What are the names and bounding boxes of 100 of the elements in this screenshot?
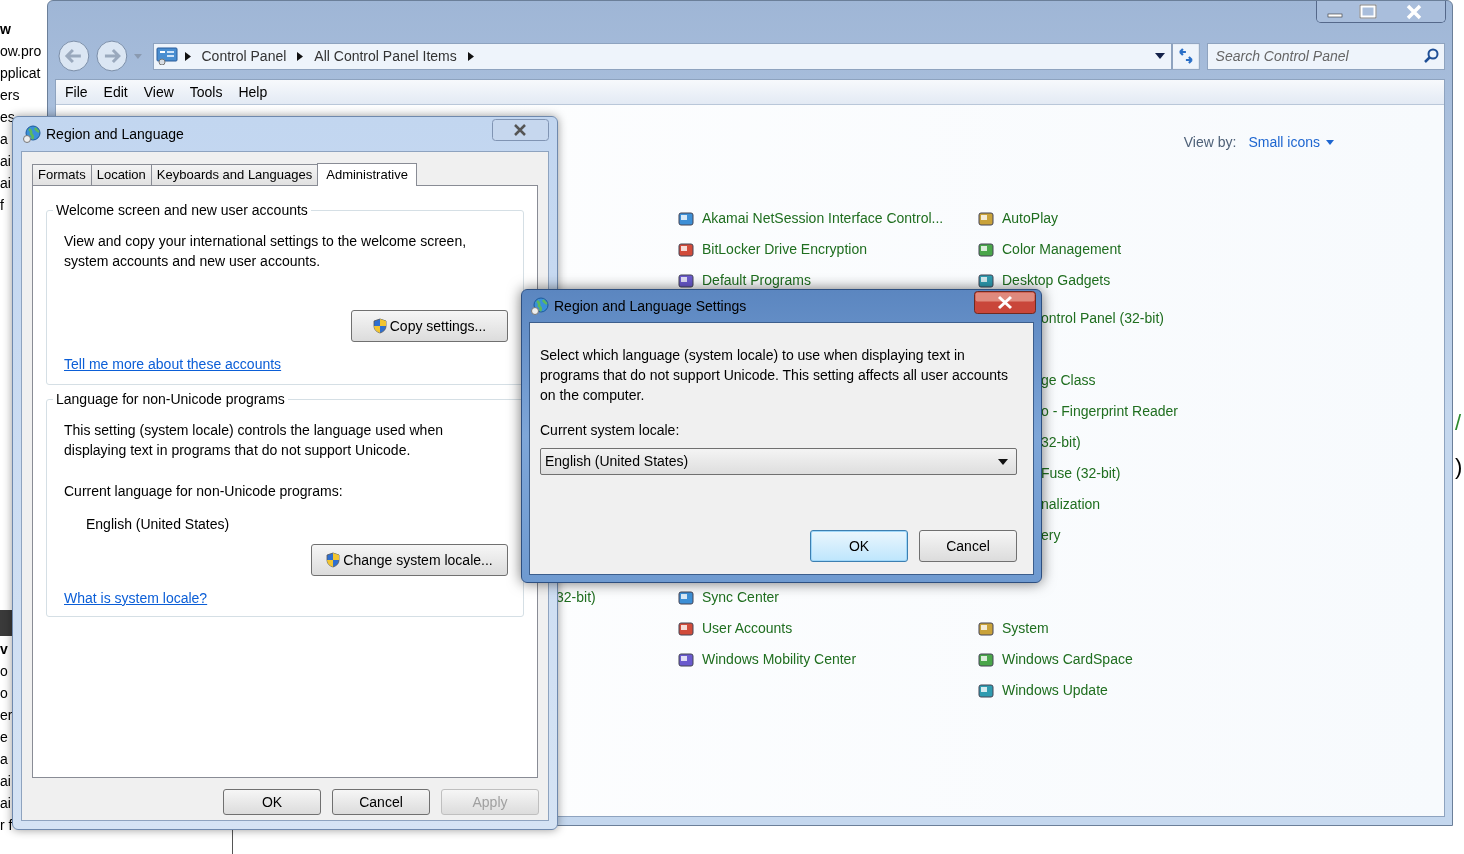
background-text: r f xyxy=(0,816,13,835)
dropdown-icon xyxy=(998,458,1008,465)
applet-link[interactable]: Akamai NetSession Interface Control... xyxy=(702,208,944,229)
help-link[interactable]: Tell me more about these accounts xyxy=(64,354,282,375)
shield-icon xyxy=(372,318,387,334)
menu-item[interactable]: Help xyxy=(231,81,275,103)
description-text: This setting (system locale) controls the language used when displaying text in programs that do not support Unicode. xyxy=(64,421,444,460)
background-text: o xyxy=(0,684,8,703)
help-link[interactable]: What is system locale? xyxy=(64,588,208,609)
tab[interactable]: Keyboards and Languages xyxy=(150,164,319,185)
forward-button[interactable] xyxy=(94,39,129,73)
minimize-button[interactable] xyxy=(1317,1,1353,22)
tab[interactable]: Location xyxy=(90,164,152,185)
applet-icon xyxy=(678,241,694,258)
locale-dropdown[interactable]: English (United States) xyxy=(540,448,1017,475)
group-title: Language for non-Unicode programs xyxy=(53,390,288,408)
dialog-button[interactable]: Cancel xyxy=(919,530,1017,562)
applet-icon xyxy=(978,241,994,258)
applet-link[interactable]: 32-bit) xyxy=(1041,432,1081,453)
chevron-icon xyxy=(184,51,191,61)
field-label: Current language for non-Unicode programs: xyxy=(64,482,344,501)
locale-value: English (United States) xyxy=(86,515,231,534)
applet-icon xyxy=(678,272,694,289)
applet-link[interactable]: System xyxy=(1002,618,1049,639)
applet-link[interactable]: Windows CardSpace xyxy=(1002,649,1133,670)
search-icon xyxy=(1423,47,1439,64)
breadcrumb-item[interactable]: All Control Panel Items xyxy=(310,45,461,67)
address-bar[interactable]: Control Panel All Control Panel Items xyxy=(152,42,1172,70)
menu-item[interactable]: File xyxy=(58,81,95,103)
applet-link[interactable]: Fuse (32-bit) xyxy=(1041,463,1121,484)
globe-icon xyxy=(531,297,549,315)
background-text: ai xyxy=(0,174,11,193)
applet-link[interactable]: ery xyxy=(1041,525,1061,546)
close-button[interactable] xyxy=(492,119,549,141)
applet-link[interactable]: ontrol Panel (32-bit) xyxy=(1041,308,1164,329)
window-title: Region and Language Settings xyxy=(554,296,747,316)
background-text: a xyxy=(0,130,8,149)
background-text: f xyxy=(0,196,4,215)
background-text: es xyxy=(0,108,15,127)
applet-icon xyxy=(678,210,694,227)
background-text: er xyxy=(0,706,13,725)
search-field[interactable]: Search Control Panel xyxy=(1206,42,1445,70)
field-label: Current system locale: xyxy=(540,421,681,440)
menu-item[interactable]: Tools xyxy=(182,81,230,103)
applet-icon xyxy=(978,620,994,637)
background-text: e xyxy=(0,728,8,747)
applet-link[interactable]: 32-bit) xyxy=(556,587,596,608)
globe-icon xyxy=(23,125,41,143)
dialog-button[interactable]: OK xyxy=(810,530,908,562)
view-by-dropdown[interactable]: Small icons xyxy=(1248,131,1334,153)
tab[interactable]: Administrative xyxy=(317,163,417,186)
applet-icon xyxy=(978,682,994,699)
applet-icon xyxy=(678,620,694,637)
applet-icon xyxy=(978,210,994,227)
applet-link[interactable]: Color Management xyxy=(1002,239,1122,260)
applet-link[interactable]: nalization xyxy=(1041,494,1101,515)
breadcrumb-item[interactable]: Control Panel xyxy=(197,45,291,67)
title-bar xyxy=(0,610,12,636)
description-text: View and copy your international settings to the welcome screen, system accounts and new user accounts. xyxy=(64,232,468,271)
menu-item[interactable]: Edit xyxy=(96,81,135,103)
history-dropdown-icon[interactable] xyxy=(132,52,143,60)
background-text: o xyxy=(0,662,8,681)
applet-link[interactable]: ge Class xyxy=(1041,370,1096,391)
applet-link[interactable]: Windows Mobility Center xyxy=(702,649,857,670)
background-text: ai xyxy=(0,772,11,791)
dropdown-icon xyxy=(1326,139,1334,145)
menu-item[interactable]: View xyxy=(136,81,181,103)
background-text: a xyxy=(0,750,8,769)
copy-settings-button[interactable]: Copy settings... xyxy=(351,310,508,342)
chevron-icon xyxy=(467,51,474,61)
background-text: / xyxy=(1455,410,1463,436)
back-button[interactable] xyxy=(57,39,91,73)
dialog-button[interactable]: Cancel xyxy=(332,789,430,815)
dropdown-icon xyxy=(1154,53,1165,59)
background-text: ai xyxy=(0,794,11,813)
change-locale-button[interactable]: Change system locale... xyxy=(311,544,508,576)
background-text: ) xyxy=(1455,454,1463,480)
dialog-button[interactable]: OK xyxy=(223,789,321,815)
refresh-button[interactable] xyxy=(1171,42,1200,70)
applet-link[interactable]: o - Fingerprint Reader xyxy=(1041,401,1178,422)
applet-link[interactable]: Desktop Gadgets xyxy=(1002,270,1111,291)
control-panel-icon xyxy=(155,47,178,65)
background-text: ai xyxy=(0,152,11,171)
window-title: Region and Language xyxy=(46,124,184,144)
applet-link[interactable]: Sync Center xyxy=(702,587,780,608)
applet-icon xyxy=(678,651,694,668)
shield-icon xyxy=(326,552,341,568)
applet-link[interactable]: BitLocker Drive Encryption xyxy=(702,239,867,260)
applet-link[interactable]: AutoPlay xyxy=(1002,208,1059,229)
tab[interactable]: Formats xyxy=(32,164,92,185)
applet-icon xyxy=(978,272,994,289)
close-button[interactable] xyxy=(974,291,1036,314)
background-text: pplicat xyxy=(0,64,41,83)
applet-link[interactable]: Default Programs xyxy=(702,270,811,291)
applet-link[interactable]: Windows Update xyxy=(1002,680,1108,701)
background-text: w xyxy=(0,20,11,39)
applet-icon xyxy=(978,651,994,668)
background-text: ers xyxy=(0,86,20,105)
description-text: Select which language (system locale) to use when displaying text in programs that do not support Unicode. This setting affects all user accounts on the computer. xyxy=(540,346,1009,405)
applet-link[interactable]: User Accounts xyxy=(702,618,793,639)
